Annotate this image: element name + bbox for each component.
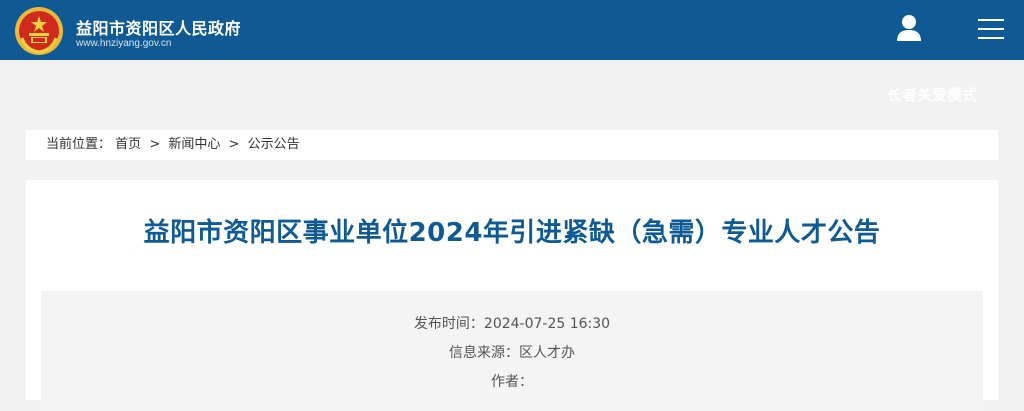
breadcrumb-news-center[interactable]: 新闻中心 [168, 137, 220, 152]
breadcrumb-announcements[interactable]: 公示公告 [248, 137, 300, 152]
breadcrumb-home[interactable]: 首页 [115, 137, 141, 152]
info-source-value: 区人才办 [519, 345, 575, 361]
site-name[interactable]: 益阳市资阳区人民政府 [76, 15, 241, 39]
breadcrumb-separator: > [149, 137, 161, 152]
publish-time: 发布时间：2024-07-25 16:30 [41, 313, 983, 333]
info-source-label: 信息来源： [449, 345, 519, 361]
publish-time-value: 2024-07-25 16:30 [483, 316, 611, 332]
care-mode-link[interactable]: 长者关爱模式 [887, 84, 977, 105]
article-panel: 益阳市资阳区事业单位2024年引进紧缺（急需）专业人才公告 发布时间：2024-… [26, 180, 998, 411]
author: 作者： [41, 371, 983, 391]
publish-time-label: 发布时间： [413, 316, 484, 332]
site-url: www.hnziyang.gov.cn [76, 38, 172, 49]
article-title: 益阳市资阳区事业单位2024年引进紧缺（急需）专业人才公告 [143, 218, 881, 248]
national-emblem-icon[interactable] [14, 6, 64, 56]
top-header-bar: 益阳市资阳区人民政府 www.hnziyang.gov.cn [0, 0, 1024, 60]
author-label: 作者： [491, 374, 533, 390]
breadcrumb-prefix: 当前位置： [46, 137, 112, 152]
user-icon[interactable] [896, 14, 922, 42]
breadcrumb-separator: > [228, 137, 240, 152]
info-source: 信息来源：区人才办 [41, 342, 983, 362]
breadcrumb: 当前位置： 首页 > 新闻中心 > 公示公告 [26, 130, 998, 160]
hamburger-menu-icon[interactable] [978, 19, 1004, 41]
article-meta-box: 发布时间：2024-07-25 16:30 信息来源：区人才办 作者： [41, 291, 983, 411]
